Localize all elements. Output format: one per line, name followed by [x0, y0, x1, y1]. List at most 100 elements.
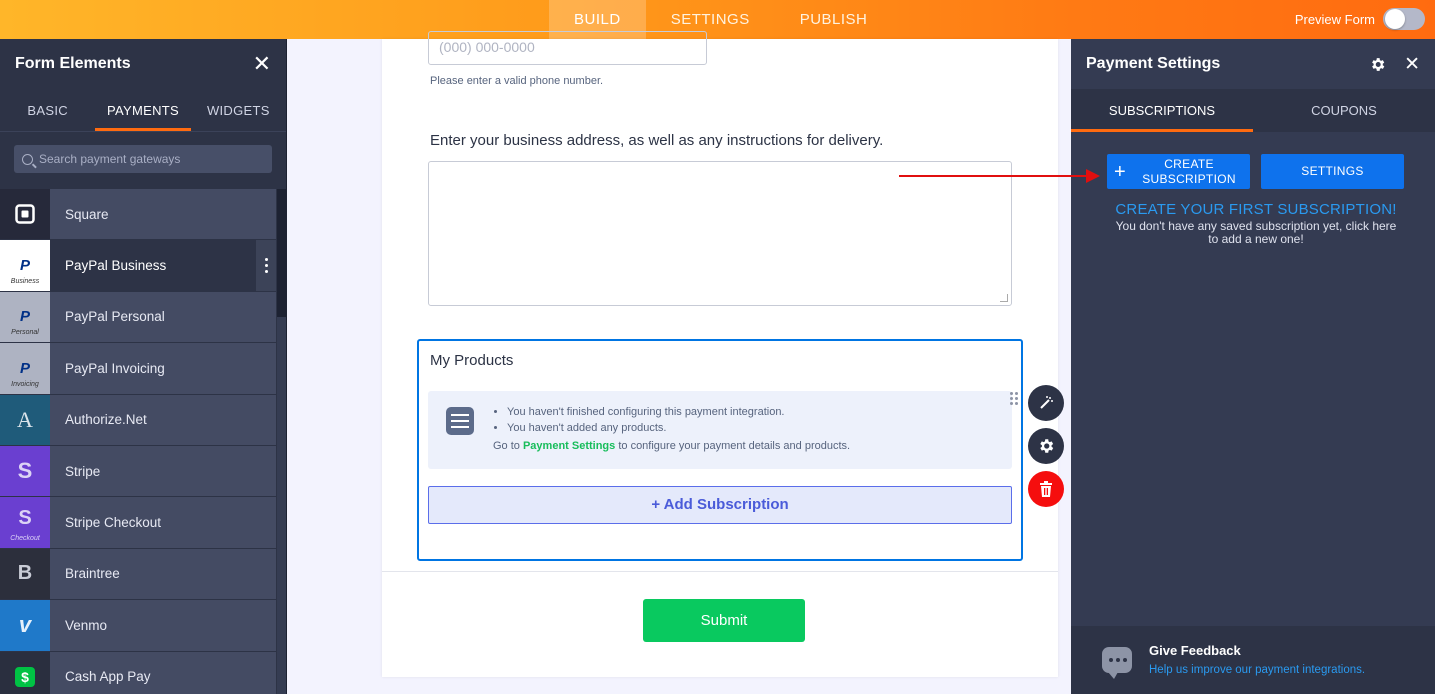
drag-handle-icon[interactable] [1010, 392, 1018, 405]
gateway-label: PayPal Invoicing [50, 343, 276, 394]
delete-field-button[interactable] [1028, 471, 1064, 507]
field-settings-button[interactable] [1028, 428, 1064, 464]
form-elements-panel: Form Elements ✕ BASIC PAYMENTS WIDGETS S… [0, 39, 287, 694]
element-tabs: BASIC PAYMENTS WIDGETS [0, 89, 286, 132]
tab-widgets[interactable]: WIDGETS [191, 89, 286, 131]
preview-form-label: Preview Form [1294, 11, 1375, 27]
feedback-title: Give Feedback [1149, 643, 1241, 658]
authorize-net-icon: A [0, 394, 50, 445]
tab-publish[interactable]: PUBLISH [775, 0, 893, 39]
notice-item: You haven't finished configuring this pa… [507, 404, 785, 420]
preview-form: Preview Form [1295, 8, 1425, 30]
gateway-label: Authorize.Net [50, 394, 276, 445]
gateway-stripe-checkout[interactable]: S Checkout Stripe Checkout [0, 497, 276, 549]
payment-settings-title: Payment Settings [1086, 55, 1221, 72]
scrollbar-thumb[interactable] [277, 189, 286, 317]
paypal-sub-label: Personal [11, 329, 39, 337]
annotation-arrow [899, 175, 1089, 177]
payment-settings-panel: Payment Settings ✕ SUBSCRIPTIONS COUPONS… [1071, 39, 1435, 694]
paypal-glyph: P [19, 257, 30, 275]
magic-wand-icon [1040, 396, 1053, 409]
address-label: Enter your business address, as well as … [430, 132, 884, 149]
form-elements-header: Form Elements ✕ [0, 39, 286, 89]
empty-state-description[interactable]: You don't have any saved subscription ye… [1111, 220, 1401, 246]
stripe-sub-label: Checkout [10, 534, 40, 542]
products-title: My Products [430, 352, 514, 369]
close-icon[interactable]: ✕ [253, 53, 271, 75]
gateway-label: Braintree [50, 548, 276, 600]
address-textarea[interactable] [428, 161, 1012, 306]
magic-wand-button[interactable] [1028, 385, 1064, 421]
gateway-stripe[interactable]: S Stripe [0, 445, 276, 498]
gateway-cash-app[interactable]: $ Cash App Pay [0, 651, 276, 694]
phone-placeholder: (000) 000-0000 [439, 39, 535, 55]
paypal-sub-label: Business [10, 277, 40, 285]
cash-app-icon: $ [0, 651, 50, 694]
stripe-checkout-icon: S Checkout [0, 497, 50, 548]
settings-button[interactable]: SETTINGS [1261, 154, 1404, 189]
gateway-search [14, 145, 272, 173]
gateway-paypal-invoicing[interactable]: P Invoicing PayPal Invoicing [0, 343, 276, 395]
paypal-invoicing-icon: P Invoicing [0, 343, 50, 394]
form-elements-title: Form Elements [15, 55, 131, 72]
gateway-label: PayPal Business [50, 240, 256, 291]
notice-go-text: Go to Payment Settings to configure your… [493, 440, 850, 452]
resize-handle-icon[interactable] [1000, 294, 1008, 302]
gateway-label: PayPal Personal [50, 291, 276, 343]
gear-icon [1040, 439, 1054, 453]
gateway-square[interactable]: Square [0, 189, 276, 241]
go-prefix: Go to [493, 440, 523, 452]
tab-payments[interactable]: PAYMENTS [95, 89, 191, 131]
more-options-icon[interactable] [256, 240, 276, 291]
tab-subscriptions[interactable]: SUBSCRIPTIONS [1071, 89, 1253, 132]
paypal-sub-label: Invoicing [11, 380, 39, 388]
gateway-label: Venmo [50, 600, 276, 651]
go-suffix: to configure your payment details and pr… [615, 440, 851, 452]
close-icon[interactable]: ✕ [1404, 55, 1420, 74]
notice-item: You haven't added any products. [507, 420, 785, 436]
paypal-glyph: P [19, 308, 30, 326]
phone-hint: Please enter a valid phone number. [430, 75, 604, 87]
annotation-arrow-head [1086, 169, 1100, 183]
feedback-link[interactable]: Help us improve our payment integrations… [1149, 664, 1365, 676]
create-subscription-button[interactable]: + CREATE SUBSCRIPTION [1107, 154, 1250, 189]
feedback-section: Give Feedback Help us improve our paymen… [1071, 626, 1435, 694]
gateway-label: Stripe Checkout [50, 497, 276, 548]
plus-icon: + [1114, 160, 1126, 183]
tab-coupons[interactable]: COUPONS [1253, 89, 1435, 132]
submit-button[interactable]: Submit [643, 599, 805, 642]
my-products-field[interactable]: My Products You haven't finished configu… [417, 339, 1023, 561]
create-label-line-1: CREATE [1164, 156, 1214, 171]
add-subscription-button[interactable]: + Add Subscription [428, 486, 1012, 524]
config-notice: You haven't finished configuring this pa… [428, 391, 1012, 469]
venmo-icon: v [0, 600, 50, 651]
trash-icon [1040, 481, 1052, 497]
checklist-icon [446, 407, 474, 435]
form-canvas: (000) 000-0000 Please enter a valid phon… [382, 31, 1058, 677]
gateway-braintree[interactable]: B Braintree [0, 548, 276, 601]
top-bar: BUILD SETTINGS PUBLISH Preview Form [0, 0, 1435, 39]
tab-basic[interactable]: BASIC [0, 89, 95, 131]
chat-bubble-icon [1102, 647, 1132, 679]
scrollbar-track[interactable] [277, 317, 286, 694]
paypal-personal-icon: P Personal [0, 291, 50, 343]
header-icons: ✕ [1369, 55, 1420, 74]
gateway-label: Stripe [50, 445, 276, 497]
phone-input[interactable]: (000) 000-0000 [428, 31, 707, 65]
gateway-venmo[interactable]: v Venmo [0, 600, 276, 652]
payment-settings-header: Payment Settings ✕ [1071, 39, 1435, 89]
notice-list: You haven't finished configuring this pa… [507, 404, 785, 436]
search-icon [22, 153, 33, 165]
paypal-business-icon: P Business [0, 240, 50, 291]
empty-state-title[interactable]: CREATE YOUR FIRST SUBSCRIPTION! [1071, 201, 1435, 218]
toggle-knob [1385, 9, 1405, 29]
divider [382, 571, 1058, 572]
gateway-paypal-business[interactable]: P Business PayPal Business [0, 240, 276, 292]
search-input[interactable] [39, 152, 259, 166]
payment-settings-link[interactable]: Payment Settings [523, 440, 615, 452]
gateway-paypal-personal[interactable]: P Personal PayPal Personal [0, 291, 276, 344]
square-icon [0, 189, 50, 240]
preview-form-toggle[interactable] [1383, 8, 1425, 30]
gateway-authorize-net[interactable]: A Authorize.Net [0, 394, 276, 446]
gear-icon[interactable] [1369, 56, 1386, 73]
